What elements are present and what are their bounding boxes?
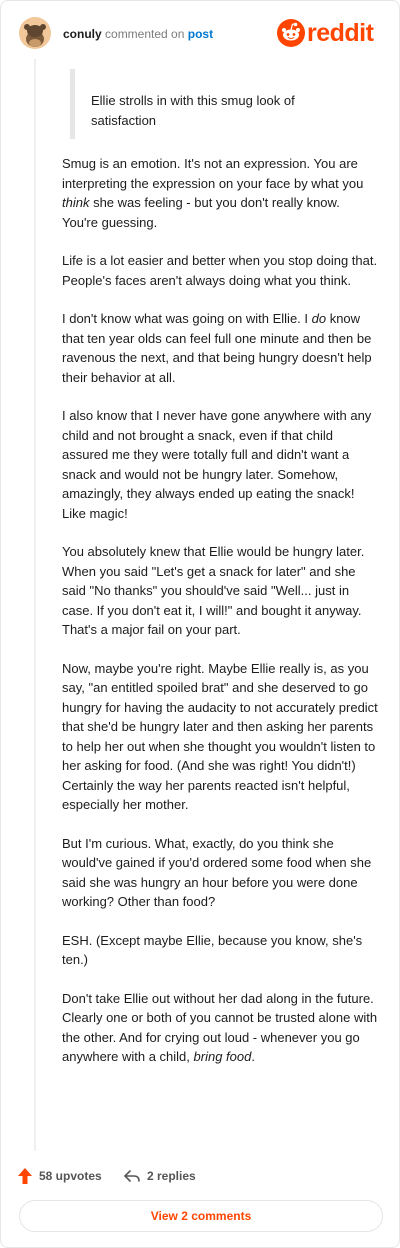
- comment-meta: conuly commented on post: [63, 27, 213, 41]
- comment-paragraph: But I'm curious. What, exactly, do you t…: [62, 835, 372, 910]
- comment-header: conuly commented on post reddit: [19, 17, 383, 53]
- quote-text: Ellie strolls in with this smug look of …: [91, 93, 295, 128]
- reddit-logo-icon: [277, 19, 305, 47]
- blockquote: Ellie strolls in with this smug look of …: [70, 69, 375, 139]
- user-avatar[interactable]: [19, 17, 51, 49]
- view-comments-button[interactable]: View 2 comments: [19, 1200, 383, 1232]
- comment-footer: 58 upvotes 2 replies: [17, 1164, 383, 1188]
- upvote-arrow-icon: [18, 1168, 32, 1184]
- comment-body: Smug is an emotion. It's not an expressi…: [62, 154, 378, 1086]
- comment-card: conuly commented on post reddit Ellie st…: [0, 0, 400, 1248]
- thread-line[interactable]: [34, 59, 36, 1151]
- comment-paragraph: Smug is an emotion. It's not an expressi…: [62, 156, 364, 230]
- replies-count: 2 replies: [147, 1169, 196, 1183]
- comment-paragraph: I don't know what was going on with Elli…: [62, 311, 372, 385]
- upvote-count: 58 upvotes: [39, 1169, 102, 1183]
- username-link[interactable]: conuly: [63, 27, 102, 41]
- comment-paragraph: Life is a lot easier and better when you…: [62, 253, 378, 288]
- reddit-wordmark: reddit: [307, 19, 374, 47]
- comment-paragraph: I also know that I never have gone anywh…: [62, 408, 372, 521]
- comment-paragraph: You absolutely knew that Ellie would be …: [62, 544, 365, 637]
- comment-paragraph: ESH. (Except maybe Ellie, because you kn…: [62, 932, 363, 968]
- upvote-button[interactable]: 58 upvotes: [17, 1164, 102, 1188]
- replies-button[interactable]: 2 replies: [123, 1164, 196, 1188]
- reddit-logo[interactable]: reddit: [277, 17, 383, 49]
- post-link[interactable]: post: [188, 27, 213, 41]
- action-text: commented on: [105, 27, 185, 41]
- snoo-avatar-icon: [19, 17, 51, 49]
- reply-arrow-icon: [124, 1170, 140, 1182]
- comment-paragraph: Now, maybe you're right. Maybe Ellie rea…: [62, 660, 378, 813]
- comment-paragraph: Don't take Ellie out without her dad alo…: [62, 990, 378, 1065]
